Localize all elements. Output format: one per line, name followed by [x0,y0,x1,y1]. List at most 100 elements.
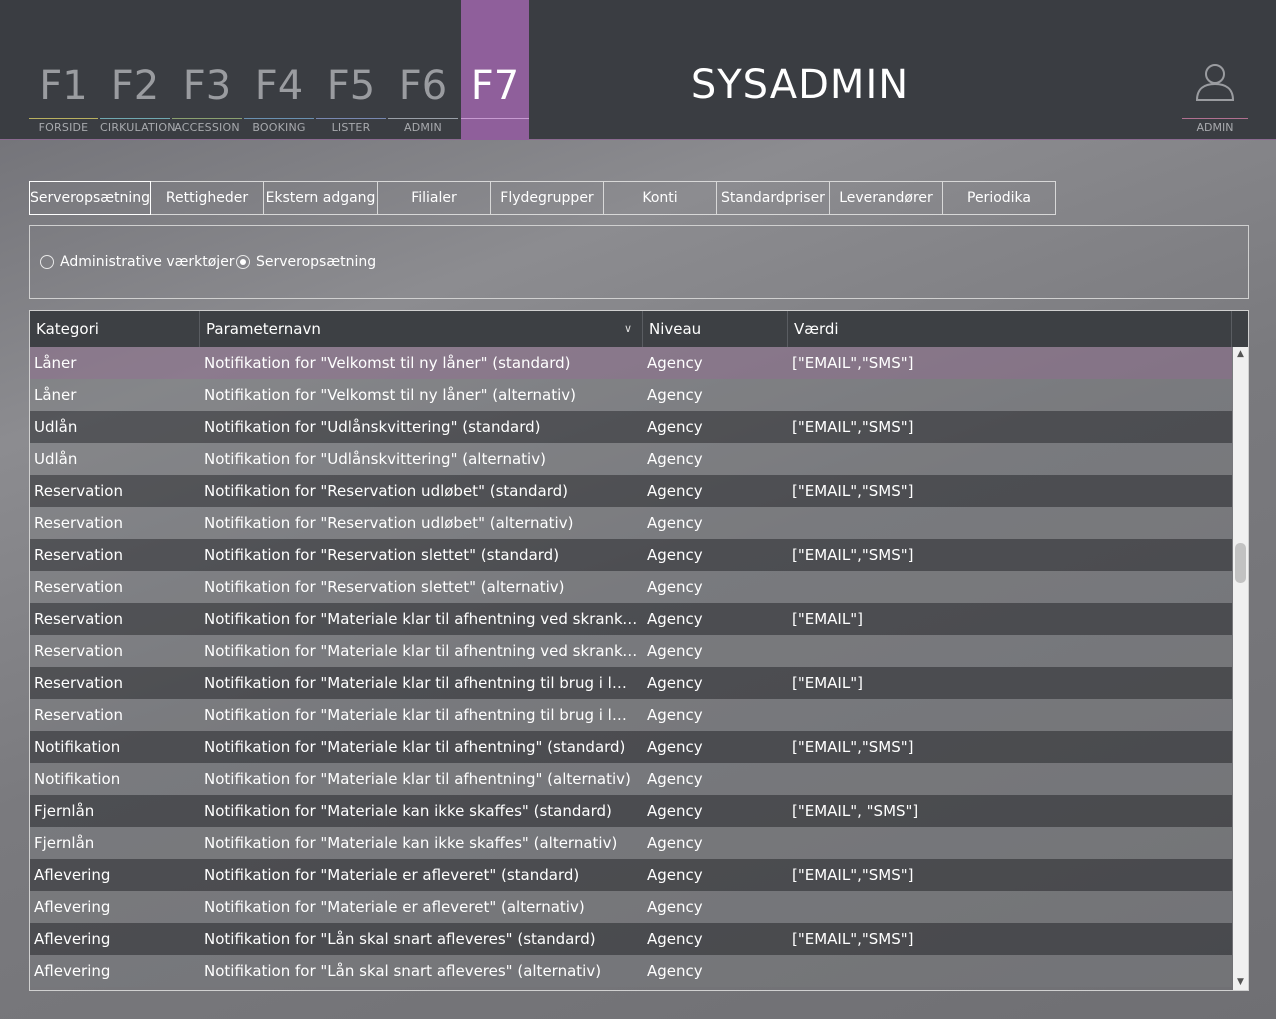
fkey-label: CIRKULATION [100,121,176,134]
fkey-f1[interactable]: F1 FORSIDE [29,0,98,140]
cell-vaerdi: ["EMAIL","SMS"] [792,738,914,756]
cell-kategori: Reservation [34,610,123,628]
fkey-accent-line [29,118,98,119]
cell-vaerdi: ["EMAIL","SMS"] [792,930,914,948]
tab-6[interactable]: Standardpriser [717,181,830,215]
cell-kategori: Reservation [34,546,123,564]
tab-8[interactable]: Periodika [943,181,1056,215]
table-row[interactable]: Reservation Notifikation for "Materiale k… [30,667,1232,699]
radio-label: Serveropsætning [256,254,377,270]
fkey-f2[interactable]: F2 CIRKULATION [100,0,176,140]
cell-kategori: Aflevering [34,962,111,980]
table-row[interactable]: Aflevering Notifikation for "Lån skal sna… [30,923,1232,955]
fkey-number: F7 [470,63,520,109]
cell-kategori: Reservation [34,706,123,724]
cell-parameternavn: Notifikation for "Lån skal snart aflever… [204,930,596,948]
cell-kategori: Reservation [34,482,123,500]
table-row[interactable]: Låner Notifikation for "Velkomst til ny l… [30,347,1232,379]
page-title: SYSADMIN [690,62,910,108]
fkey-label: ACCESSION [174,121,240,134]
cell-kategori: Notifikation [34,738,121,756]
cell-kategori: Udlån [34,450,78,468]
table-row[interactable]: Reservation Notifikation for "Reservation… [30,539,1232,571]
cell-niveau: Agency [647,898,703,916]
tab-3[interactable]: Filialer [378,181,491,215]
radio-administrative-tools[interactable]: Administrative værktøjer [40,254,235,270]
vertical-scrollbar[interactable]: ▲ ▼ [1233,347,1248,990]
cell-niveau: Agency [647,738,703,756]
cell-niveau: Agency [647,578,703,596]
cell-kategori: Fjernlån [34,834,95,852]
radio-server-setup[interactable]: Serveropsætning [236,254,376,270]
table-row[interactable]: Reservation Notifikation for "Reservation… [30,475,1232,507]
table-row[interactable]: Reservation Notifikation for "Materiale k… [30,603,1232,635]
tab-5[interactable]: Konti [604,181,717,215]
fkey-number: F1 [39,63,88,109]
cell-niveau: Agency [647,706,703,724]
cell-kategori: Låner [34,386,77,404]
radio-circle-checked[interactable] [236,255,250,269]
column-header-label: Parameternavn [206,320,321,338]
settings-tabs: Serveropsætning Rettigheder Ekstern adgang… [29,181,1056,215]
cell-kategori: Reservation [34,578,123,596]
cell-parameternavn: Notifikation for "Materiale kan ikke ska… [204,834,618,852]
cell-parameternavn: Notifikation for "Velkomst til ny låner"… [204,386,576,404]
cell-parameternavn: Notifikation for "Reservation udløbet" (… [204,514,574,532]
scroll-down-arrow-icon[interactable]: ▼ [1233,975,1248,990]
table-row[interactable]: Reservation Notifikation for "Materiale k… [30,699,1232,731]
column-header-kategori[interactable]: Kategori [30,311,200,347]
table-row[interactable]: Aflevering Notifikation for "Materiale er… [30,891,1232,923]
column-header-niveau[interactable]: Niveau [643,311,788,347]
user-accent-line [1182,118,1248,119]
scroll-thumb[interactable] [1235,543,1246,583]
fkey-f6[interactable]: F6 ADMIN [388,0,458,140]
cell-niveau: Agency [647,834,703,852]
cell-parameternavn: Notifikation for "Materiale klar til afh… [204,770,631,788]
fkey-f3[interactable]: F3 ACCESSION [172,0,242,140]
cell-parameternavn: Notifikation for "Materiale kan ikke ska… [204,802,612,820]
table-row[interactable]: Notifikation Notifikation for "Materiale … [30,763,1232,795]
table-row[interactable]: Fjernlån Notifikation for "Materiale kan … [30,795,1232,827]
fkey-f5[interactable]: F5 LISTER [316,0,386,140]
cell-vaerdi: ["EMAIL","SMS"] [792,354,914,372]
radio-circle[interactable] [40,255,54,269]
fkey-f7[interactable]: F7 [461,0,529,140]
fkey-f4[interactable]: F4 BOOKING [244,0,314,140]
table-row[interactable]: Udlån Notifikation for "Udlånskvittering"… [30,443,1232,475]
table-row[interactable]: Reservation Notifikation for "Materiale k… [30,635,1232,667]
fkey-accent-line [172,118,242,119]
table-row[interactable]: Udlån Notifikation for "Udlånskvittering"… [30,411,1232,443]
cell-niveau: Agency [647,450,703,468]
app-header: F1 FORSIDE F2 CIRKULATION F3 ACCESSION F4 BOOKI… [0,0,1276,140]
table-row[interactable]: Låner Notifikation for "Velkomst til ny l… [30,379,1232,411]
tab-7[interactable]: Leverandører [830,181,943,215]
user-menu-button[interactable]: ADMIN [1182,0,1248,140]
tab-1[interactable]: Rettigheder [151,181,264,215]
tab-4[interactable]: Flydegrupper [491,181,604,215]
scroll-up-arrow-icon[interactable]: ▲ [1233,347,1248,362]
fkey-label: BOOKING [252,121,306,134]
tab-0[interactable]: Serveropsætning [29,181,151,215]
cell-niveau: Agency [647,930,703,948]
cell-parameternavn: Notifikation for "Udlånskvittering" (alt… [204,450,546,468]
mode-radio-panel: Administrative værktøjer Serveropsætning [29,225,1249,299]
radio-label: Administrative værktøjer [60,254,235,270]
cell-kategori: Låner [34,354,77,372]
table-row[interactable]: Fjernlån Notifikation for "Materiale kan … [30,827,1232,859]
table-row[interactable]: Reservation Notifikation for "Reservation… [30,507,1232,539]
fkey-label: LISTER [331,121,371,134]
cell-vaerdi: ["EMAIL","SMS"] [792,418,914,436]
cell-parameternavn: Notifikation for "Materiale klar til afh… [204,674,640,692]
column-header-vaerdi[interactable]: Værdi [788,311,1232,347]
table-row[interactable]: Aflevering Notifikation for "Lån skal sna… [30,955,1232,987]
table-row[interactable]: Aflevering Notifikation for "Materiale er… [30,859,1232,891]
cell-niveau: Agency [647,610,703,628]
cell-niveau: Agency [647,354,703,372]
table-row[interactable]: Notifikation Notifikation for "Materiale … [30,731,1232,763]
cell-kategori: Reservation [34,674,123,692]
tab-2[interactable]: Ekstern adgang [264,181,378,215]
cell-niveau: Agency [647,962,703,980]
table-row[interactable]: Reservation Notifikation for "Reservation… [30,571,1232,603]
fkey-number: F5 [326,63,376,109]
column-header-parameternavn[interactable]: Parameternavn ∨ [200,311,643,347]
